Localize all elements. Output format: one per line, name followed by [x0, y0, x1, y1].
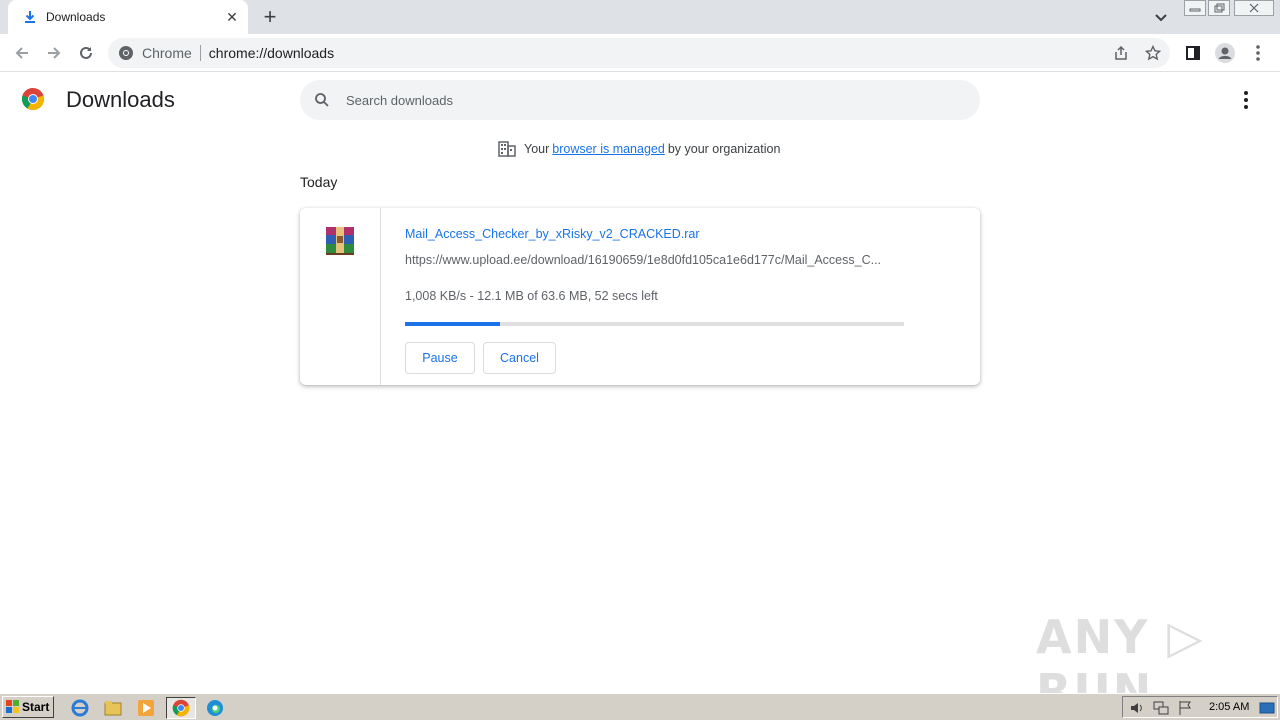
address-bar[interactable]: Chrome chrome://downloads: [108, 38, 1170, 68]
download-source-url: https://www.upload.ee/download/16190659/…: [405, 253, 882, 267]
browser-toolbar: Chrome chrome://downloads: [0, 34, 1280, 72]
managed-suffix: by your organization: [667, 142, 781, 156]
managed-notice: Your browser is managed by your organiza…: [498, 141, 780, 157]
download-progress-bar: [405, 322, 904, 326]
search-bar[interactable]: [300, 80, 980, 120]
forward-arrow-icon: [48, 47, 61, 59]
tab-title: Downloads: [46, 10, 106, 24]
back-button[interactable]: [9, 40, 35, 66]
download-status: 1,008 KB/s - 12.1 MB of 63.6 MB, 52 secs…: [405, 289, 658, 303]
url-text[interactable]: chrome://downloads: [209, 45, 334, 61]
minimize-button[interactable]: [1184, 0, 1206, 16]
windows-taskbar: Start 2:05 AM: [0, 693, 1280, 720]
taskbar-explorer[interactable]: [101, 697, 125, 719]
page-title: Downloads: [66, 87, 175, 112]
forward-button[interactable]: [41, 40, 67, 66]
restore-icon: [1214, 3, 1225, 13]
media-player-icon: [138, 700, 154, 716]
reload-icon: [80, 46, 92, 59]
start-button[interactable]: Start: [2, 696, 54, 718]
network-icon[interactable]: [1153, 700, 1169, 716]
tab-strip: Downloads ✕ +: [0, 0, 1280, 34]
download-file-link[interactable]: Mail_Access_Checker_by_xRisky_v2_CRACKED…: [405, 227, 700, 241]
date-section-label: Today: [300, 174, 338, 190]
bookmark-star-icon[interactable]: [1145, 45, 1161, 61]
internet-explorer-icon: [71, 699, 89, 717]
download-progress-fill: [405, 322, 500, 326]
chrome-icon: [172, 699, 190, 717]
building-icon: [498, 141, 516, 157]
restore-button[interactable]: [1208, 0, 1230, 16]
minimize-icon: [1189, 8, 1201, 12]
search-input[interactable]: [346, 92, 946, 108]
file-icon-column: [300, 208, 381, 385]
close-window-button[interactable]: [1234, 0, 1274, 16]
share-icon[interactable]: [1113, 45, 1129, 61]
chrome-logo-icon: [21, 87, 45, 111]
show-desktop-icon[interactable]: [1259, 700, 1275, 716]
start-label: Start: [22, 700, 50, 714]
action-center-flag-icon[interactable]: [1177, 700, 1193, 716]
omnibox-divider: [199, 45, 201, 61]
new-tab-button[interactable]: +: [258, 4, 282, 29]
download-item-card: Mail_Access_Checker_by_xRisky_v2_CRACKED…: [300, 208, 980, 385]
taskbar-ie[interactable]: [68, 697, 92, 719]
tab-downloads[interactable]: Downloads ✕: [8, 0, 248, 34]
reload-button[interactable]: [73, 40, 99, 66]
side-panel-button[interactable]: [1180, 40, 1206, 66]
winrar-archive-icon: [326, 227, 354, 255]
windows-logo-icon: [6, 700, 19, 713]
cancel-button[interactable]: Cancel: [483, 342, 556, 374]
taskbar-clock[interactable]: 2:05 AM: [1209, 701, 1249, 713]
tab-search-chevron-icon[interactable]: [1150, 6, 1172, 28]
close-icon: [1249, 3, 1259, 13]
edge-icon: [207, 700, 223, 716]
tab-close-icon[interactable]: ✕: [222, 7, 242, 27]
more-vert-icon: [1244, 91, 1248, 95]
folder-icon: [104, 701, 122, 716]
managed-link[interactable]: browser is managed: [552, 142, 665, 156]
side-panel-icon: [1186, 46, 1200, 60]
taskbar-media-player[interactable]: [134, 697, 158, 719]
taskbar-edge[interactable]: [203, 697, 227, 719]
download-icon: [25, 11, 35, 23]
page-menu-button[interactable]: [1236, 90, 1256, 110]
site-label: Chrome: [142, 45, 192, 61]
chrome-menu-button[interactable]: [1245, 40, 1271, 66]
search-icon: [315, 93, 329, 107]
system-tray: 2:05 AM: [1122, 696, 1278, 718]
volume-icon[interactable]: [1129, 700, 1145, 716]
pause-button[interactable]: Pause: [405, 342, 475, 374]
managed-prefix: Your: [524, 142, 550, 156]
avatar-icon: [1215, 43, 1235, 63]
back-arrow-icon: [15, 47, 28, 59]
profile-button[interactable]: [1212, 40, 1238, 66]
taskbar-chrome[interactable]: [166, 697, 196, 719]
chrome-site-icon: [119, 46, 133, 60]
more-vert-icon: [1256, 45, 1260, 61]
